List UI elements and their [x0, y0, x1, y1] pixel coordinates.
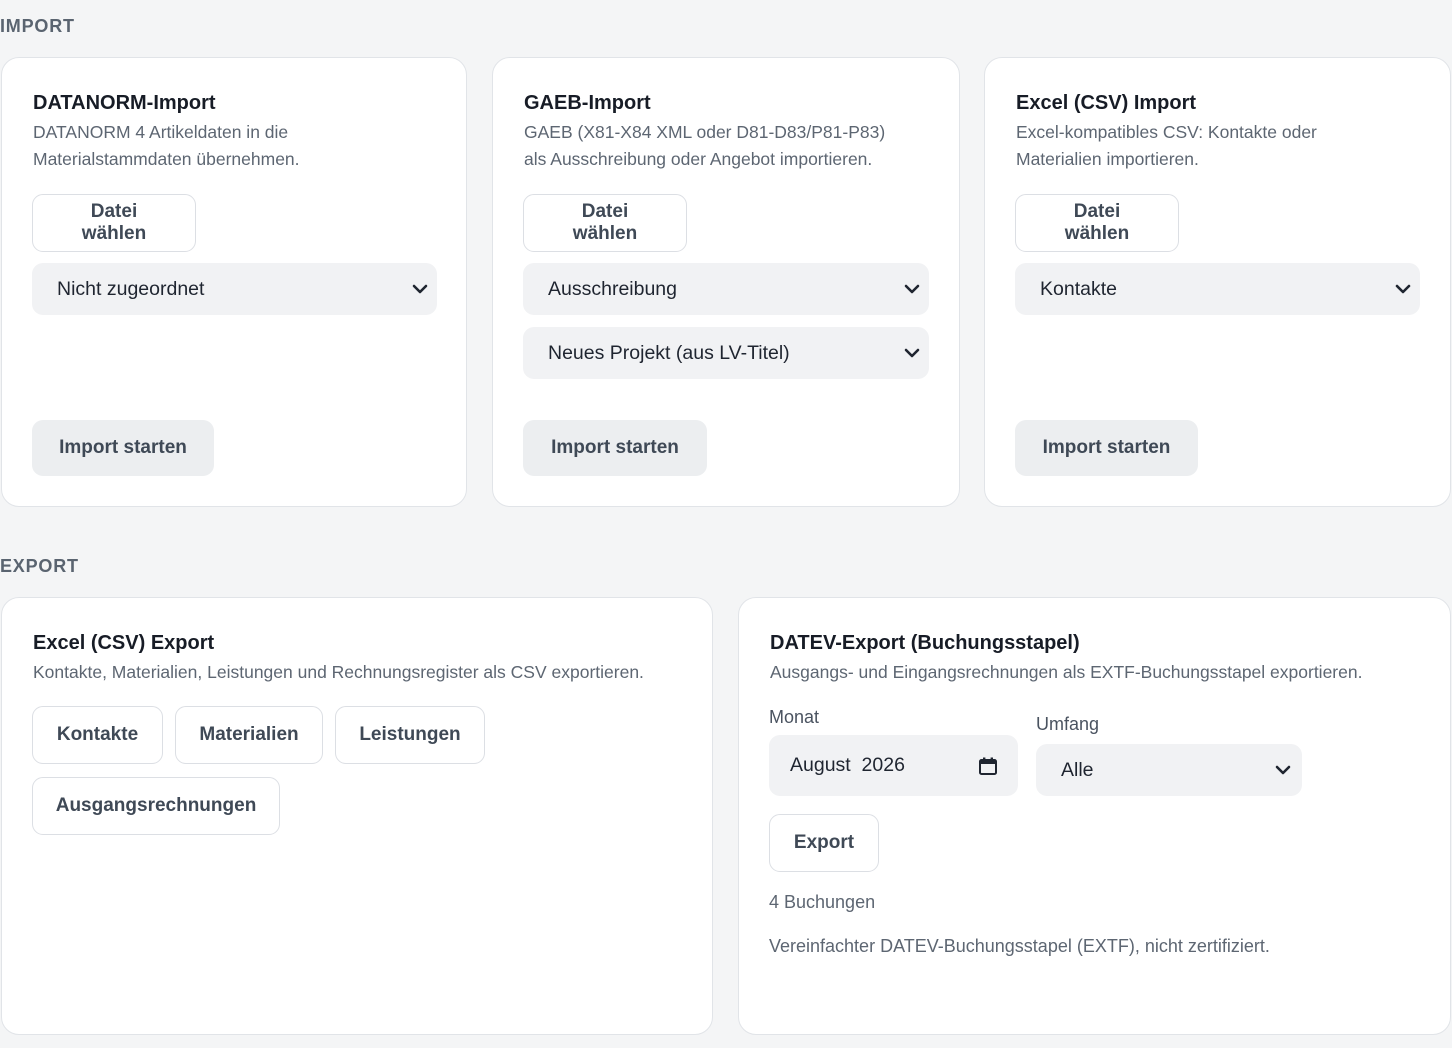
excel-csv-import-card: Excel (CSV) Import Excel-kompatibles CSV…: [984, 57, 1451, 507]
card-title: DATANORM-Import: [33, 92, 216, 114]
datanorm-import-card: DATANORM-Import DATANORM 4 Artikeldaten …: [1, 57, 467, 507]
month-value: August 2026: [790, 754, 905, 776]
scope-select[interactable]: Alle: [1036, 744, 1302, 796]
import-start-button[interactable]: Import starten: [523, 420, 707, 476]
csv-import-type-select[interactable]: Kontakte: [1015, 263, 1420, 315]
import-start-button[interactable]: Import starten: [1015, 420, 1198, 476]
month-input[interactable]: August 2026: [769, 735, 1018, 796]
gaeb-project-select[interactable]: Neues Projekt (aus LV-Titel): [523, 327, 929, 379]
chevron-down-icon: [901, 278, 923, 300]
month-label: Monat: [769, 707, 820, 727]
file-choose-button[interactable]: Datei wählen: [523, 194, 687, 252]
import-section-label: IMPORT: [0, 16, 75, 36]
card-description-line: DATANORM 4 Artikeldaten in die: [33, 122, 289, 142]
excel-csv-export-card: Excel (CSV) Export Kontakte, Materialien…: [1, 597, 713, 1035]
export-ausgangsrechnungen-button[interactable]: Ausgangsrechnungen: [32, 777, 280, 835]
card-title: GAEB-Import: [524, 92, 651, 114]
card-description-line: GAEB (X81-X84 XML oder D81-D83/P81-P83): [524, 122, 886, 142]
card-description: DATANORM 4 Artikeldaten in die Materials…: [33, 119, 435, 173]
gaeb-import-card: GAEB-Import GAEB (X81-X84 XML oder D81-D…: [492, 57, 960, 507]
card-description-line: Materialien importieren.: [1016, 149, 1199, 169]
booking-count: 4 Buchungen: [769, 892, 876, 912]
card-title: Excel (CSV) Export: [33, 632, 215, 654]
export-leistungen-button[interactable]: Leistungen: [335, 706, 485, 764]
card-description-line: als Ausschreibung oder Angebot importier…: [524, 149, 873, 169]
file-choose-button[interactable]: Datei wählen: [32, 194, 196, 252]
select-value: Alle: [1061, 758, 1094, 781]
select-value: Nicht zugeordnet: [57, 277, 205, 300]
card-description-line: Materialstammdaten übernehmen.: [33, 149, 300, 169]
card-description: Excel-kompatibles CSV: Kontakte oder Mat…: [1016, 119, 1419, 173]
card-title: Excel (CSV) Import: [1016, 92, 1197, 114]
datev-disclaimer: Vereinfachter DATEV-Buchungsstapel (EXTF…: [769, 936, 1270, 956]
import-start-button[interactable]: Import starten: [32, 420, 214, 476]
card-description: Kontakte, Materialien, Leistungen und Re…: [33, 662, 644, 682]
card-title: DATEV-Export (Buchungsstapel): [770, 632, 1080, 654]
chevron-down-icon: [1392, 278, 1414, 300]
datev-export-button[interactable]: Export: [769, 814, 879, 872]
export-kontakte-button[interactable]: Kontakte: [32, 706, 163, 764]
card-description: Ausgangs- und Eingangsrechnungen als EXT…: [770, 662, 1363, 682]
calendar-icon[interactable]: [978, 756, 998, 776]
card-description: GAEB (X81-X84 XML oder D81-D83/P81-P83) …: [524, 119, 928, 173]
chevron-down-icon: [1272, 759, 1294, 781]
scope-label: Umfang: [1036, 714, 1100, 734]
chevron-down-icon: [409, 278, 431, 300]
export-materialien-button[interactable]: Materialien: [175, 706, 323, 764]
card-description-line: Excel-kompatibles CSV: Kontakte oder: [1016, 122, 1317, 142]
gaeb-type-select[interactable]: Ausschreibung: [523, 263, 929, 315]
select-value: Ausschreibung: [548, 277, 677, 300]
datev-export-card: DATEV-Export (Buchungsstapel) Ausgangs- …: [738, 597, 1451, 1035]
select-value: Kontakte: [1040, 277, 1117, 300]
export-section-label: EXPORT: [0, 556, 79, 576]
datanorm-assignment-select[interactable]: Nicht zugeordnet: [32, 263, 437, 315]
select-value: Neues Projekt (aus LV-Titel): [548, 341, 790, 364]
chevron-down-icon: [901, 342, 923, 364]
file-choose-button[interactable]: Datei wählen: [1015, 194, 1179, 252]
